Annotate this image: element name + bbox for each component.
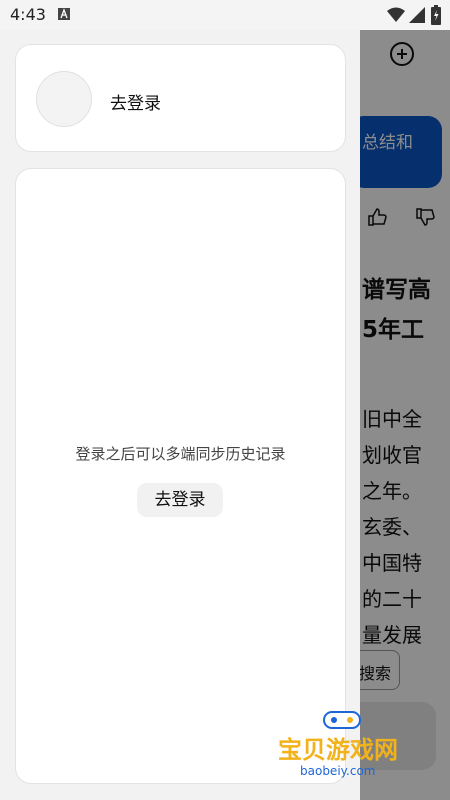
status-bar: 4:43 — [0, 0, 450, 30]
gamepad-icon — [323, 711, 361, 729]
status-time: 4:43 — [10, 5, 46, 24]
watermark-url: baobeiy.com — [300, 764, 376, 778]
profile-login-link[interactable]: 去登录 — [110, 89, 161, 114]
history-sync-hint: 登录之后可以多端同步历史记录 — [75, 445, 286, 463]
battery-icon — [431, 5, 441, 25]
profile-card[interactable]: 去登录 — [15, 44, 346, 152]
avatar[interactable] — [36, 71, 92, 127]
signal-icon — [409, 7, 425, 23]
watermark-logo: 宝贝游戏网 — [278, 736, 398, 764]
side-drawer: 去登录 登录之后可以多端同步历史记录 去登录 — [0, 30, 360, 800]
wifi-icon — [387, 7, 405, 22]
history-login-button[interactable]: 去登录 — [137, 483, 223, 517]
history-card: 登录之后可以多端同步历史记录 去登录 — [15, 168, 346, 784]
app-notification-icon — [58, 8, 70, 20]
